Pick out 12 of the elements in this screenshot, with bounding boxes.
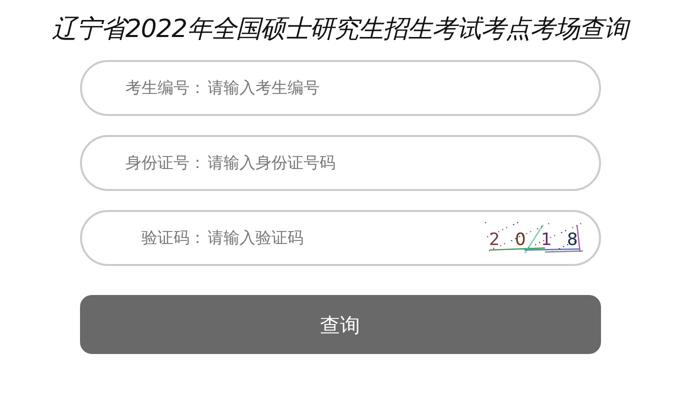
input-field[interactable]: 身份证号：请输入身份证号码 bbox=[80, 135, 600, 191]
field-label: 考生编号： bbox=[124, 77, 206, 99]
input-field[interactable]: 验证码：请输入验证码 2 0 1 8 bbox=[80, 210, 600, 266]
text-input[interactable]: 请输入验证码 bbox=[206, 225, 484, 251]
field-label: 验证码： bbox=[140, 227, 206, 249]
field-label: 身份证号： bbox=[124, 152, 206, 174]
text-input[interactable]: 请输入考生编号 bbox=[206, 75, 598, 101]
captcha-image[interactable]: 2 0 1 8 bbox=[484, 222, 584, 254]
page-title: 辽宁省2022年全国硕士研究生招生考试考点考场查询 bbox=[50, 14, 632, 44]
query-button[interactable]: 查询 bbox=[80, 295, 600, 354]
text-input[interactable]: 请输入身份证号码 bbox=[206, 150, 598, 176]
input-field[interactable]: 考生编号：请输入考生编号 bbox=[80, 60, 600, 116]
